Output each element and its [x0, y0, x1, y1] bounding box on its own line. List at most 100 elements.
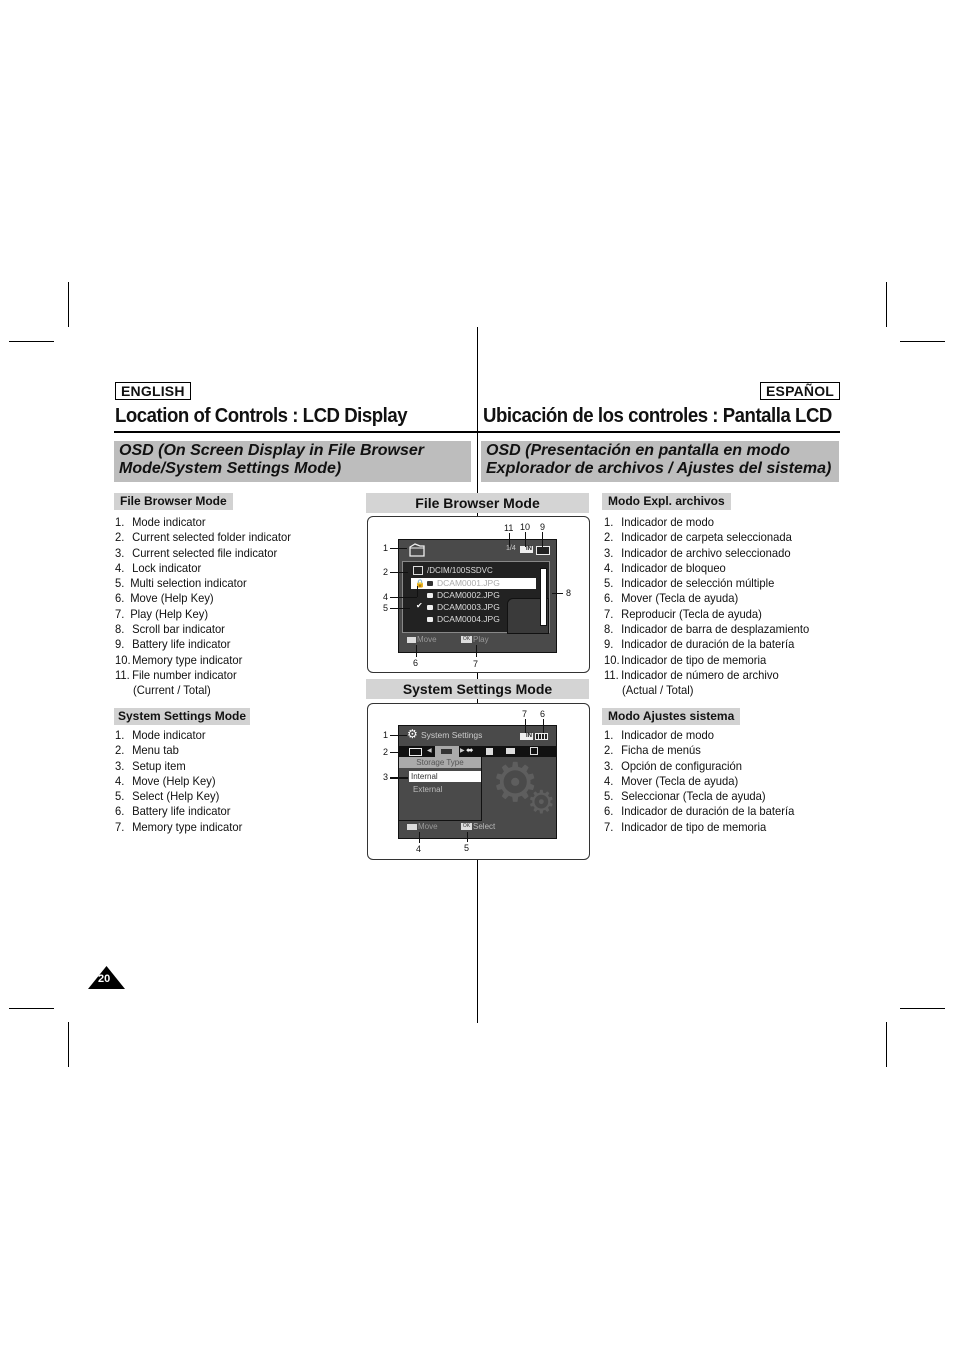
callout-leader: [416, 645, 417, 657]
list-item: 6. Indicador de duración de la batería: [604, 804, 795, 819]
callout-leader: [552, 593, 563, 594]
list-item: 11. Indicador de número de archivo: [604, 667, 779, 682]
move-key-icon: [407, 637, 416, 643]
callout-leader: [509, 533, 510, 547]
list-item: 8. Scroll bar indicator: [115, 622, 225, 637]
menu-tab-icon[interactable]: [409, 748, 422, 756]
callout-leader: [543, 719, 544, 733]
callout-number: 4: [416, 844, 422, 854]
crop-mark: [900, 1008, 945, 1009]
list-item: 7. Reproducir (Tecla de ayuda): [604, 606, 762, 621]
scroll-bar[interactable]: [540, 568, 547, 626]
usb-icon[interactable]: ⬌: [466, 745, 474, 756]
battery-icon: [535, 733, 548, 740]
crop-mark: [900, 341, 945, 342]
lcd-screen-system-settings: ⚙ System Settings IN ◀ ▶ ⬌ ⚙ ⚙ Storage T…: [398, 725, 557, 839]
crop-mark: [9, 341, 54, 342]
crop-mark: [886, 1022, 887, 1067]
list-item: 8. Indicador de barra de desplazamiento: [604, 622, 810, 637]
title-rule-spanish: [477, 431, 840, 433]
callout-number: 11: [504, 523, 514, 533]
system-settings-list-es: 1. Indicador de modo 2. Ficha de menús 3. O…: [604, 728, 794, 835]
callout-number: 2: [383, 567, 389, 577]
callout-leader: [542, 532, 543, 547]
folder-icon: [413, 566, 423, 576]
callout-leader: [390, 597, 417, 598]
file-name[interactable]: DCAM0002.JPG: [437, 590, 500, 600]
page-number: 20: [98, 973, 111, 985]
callout-number: 9: [540, 522, 546, 532]
list-item: 5. Seleccionar (Tecla de ayuda): [604, 789, 766, 804]
menu-heading: Storage Type: [399, 757, 481, 768]
system-settings-list-en: 1. Mode indicator 2. Menu tab 3. Setup item…: [115, 728, 242, 835]
list-item: 4. Mover (Tecla de ayuda): [604, 773, 739, 788]
callout-number: 7: [473, 659, 479, 669]
list-item: 5. Select (Help Key): [115, 789, 220, 804]
setup-menu-panel: Storage Type Internal External: [399, 757, 482, 821]
folder-path: /DCIM/100SSDVC: [427, 566, 493, 575]
page-number-badge: 20: [88, 966, 125, 989]
callout-leader: [476, 645, 477, 657]
ok-key-icon: OK: [461, 636, 472, 643]
list-item: 5. Multi selection indicator: [115, 576, 247, 591]
crop-mark: [9, 1008, 54, 1009]
file-name[interactable]: DCAM0001.JPG: [437, 578, 500, 588]
arrow-right-icon: ▶: [460, 748, 465, 754]
memory-tab-icon: [441, 749, 452, 754]
list-item: 1. Indicador de modo: [604, 728, 714, 742]
list-item: 3. Setup item: [115, 758, 186, 773]
list-item: 7. Indicador de tipo de memoria: [604, 819, 767, 834]
callout-leader: [467, 832, 468, 842]
list-item: 9. Battery life indicator: [115, 637, 231, 652]
callout-number: 2: [383, 747, 389, 757]
osd-banner-line: Explorador de archivos / Ajustes del sis…: [486, 460, 832, 477]
language-label-english: ENGLISH: [115, 382, 191, 400]
list-item: 4. Lock indicator: [115, 560, 202, 575]
callout-number: 5: [464, 843, 470, 853]
list-item: 1. Mode indicator: [115, 728, 206, 742]
setup-option-selected[interactable]: Internal: [409, 771, 481, 782]
osd-banner-line: OSD (Presentación en pantalla en modo: [486, 442, 791, 459]
crop-mark: [886, 282, 887, 327]
help-move-label: Move: [417, 635, 437, 644]
language-label-spanish: ESPAÑOL: [760, 382, 841, 400]
list-item: 3. Indicador de archivo seleccionado: [604, 545, 791, 560]
list-item: 6. Move (Help Key): [115, 591, 214, 606]
list-item: 2. Indicador de carpeta seleccionada: [604, 530, 792, 545]
callout-leader: [417, 586, 418, 597]
file-counter: 1/4: [506, 545, 516, 552]
page-title-spanish: Ubicación de los controles : Pantalla LC…: [483, 405, 832, 427]
file-name[interactable]: DCAM0004.JPG: [437, 614, 500, 624]
list-item: 1. Mode indicator: [115, 515, 206, 529]
battery-icon: [536, 546, 550, 555]
photo-icon: [427, 593, 433, 598]
memory-type-icon: IN: [520, 546, 533, 553]
setup-option[interactable]: External: [413, 785, 442, 794]
photo-icon: [427, 581, 433, 586]
list-item: 5. Indicador de selección múltiple: [604, 576, 775, 591]
callout-number: 5: [383, 603, 389, 613]
crop-mark: [68, 1022, 69, 1067]
file-browser-list-en: 1. Mode indicator 2. Current selected fold…: [115, 515, 291, 699]
callout-number: 3: [383, 772, 389, 782]
callout-leader: [390, 777, 408, 779]
list-item: 4. Indicador de bloqueo: [604, 560, 726, 575]
file-name[interactable]: DCAM0003.JPG: [437, 602, 500, 612]
list-item: 6. Mover (Tecla de ayuda): [604, 591, 739, 606]
memory-type-icon: IN: [520, 733, 533, 740]
osd-banner-spanish: OSD (Presentación en pantalla en modo Ex…: [481, 441, 839, 482]
osd-banner-line: Mode/System Settings Mode): [119, 460, 342, 477]
settings-gear-icon: ⚙: [407, 727, 418, 741]
help-select-label: Select: [473, 822, 496, 831]
callout-number: 8: [566, 588, 572, 598]
gear-decoration-icon: ⚙: [527, 784, 556, 820]
callout-number: 10: [520, 522, 531, 532]
section-heading-file-browser-en: File Browser Mode: [114, 493, 233, 510]
callout-leader: [525, 532, 526, 547]
figure-heading-system-settings: System Settings Mode: [366, 679, 589, 699]
photo-icon: [427, 605, 433, 610]
lcd-screen-file-browser: 1/4 IN /DCIM/100SSDVC 🔒 DCAM0001.JPG DCA…: [398, 539, 557, 653]
file-list-panel: /DCIM/100SSDVC 🔒 DCAM0001.JPG DCAM0002.J…: [402, 561, 550, 634]
title-rule-english: [114, 431, 477, 433]
ok-key-icon: OK: [461, 823, 472, 830]
